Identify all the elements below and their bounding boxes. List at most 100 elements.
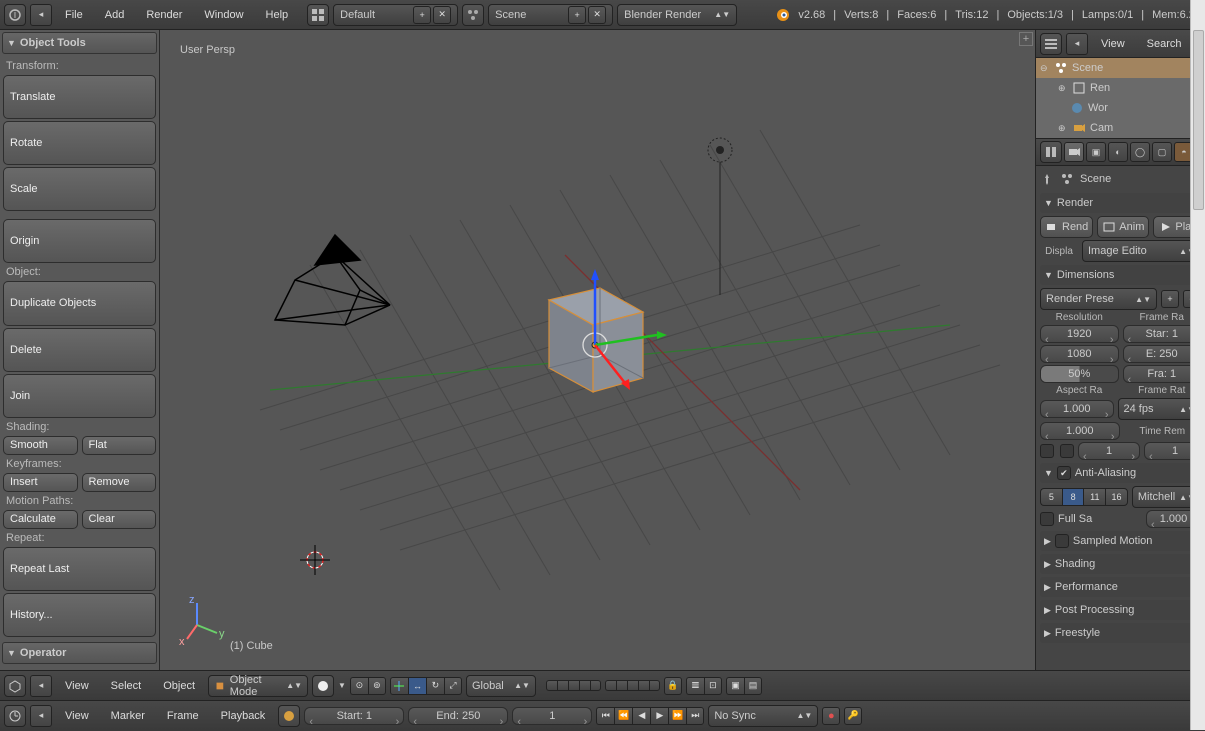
full-sample-check[interactable] bbox=[1040, 512, 1054, 526]
layers-grid-2[interactable] bbox=[605, 680, 660, 691]
calculate-button[interactable]: Calculate bbox=[3, 510, 78, 529]
outliner-tree[interactable]: ⊖ Scene ⊕ Ren Wor ⊕ Cam bbox=[1036, 58, 1205, 138]
layers-buttons[interactable]: ↔ ↻ ⤢ bbox=[390, 677, 462, 695]
layers-grid[interactable] bbox=[546, 680, 601, 691]
freestyle-section-header[interactable]: ▶Freestyle bbox=[1040, 623, 1201, 643]
next-kf-button[interactable]: ⏩ bbox=[668, 707, 686, 725]
duplicate-button[interactable]: Duplicate Objects bbox=[3, 281, 156, 325]
manip-scale[interactable]: ⤢ bbox=[444, 677, 462, 695]
mode-dropdown[interactable]: Object Mode▲▼ bbox=[208, 675, 308, 697]
manip-rot[interactable]: ↻ bbox=[426, 677, 444, 695]
manip-toggle[interactable] bbox=[390, 677, 408, 695]
render-button[interactable]: Rend bbox=[1040, 216, 1093, 238]
timeline-view-menu[interactable]: View bbox=[56, 701, 98, 731]
border-check[interactable] bbox=[1040, 444, 1054, 458]
preset-add-button[interactable]: + bbox=[1161, 290, 1179, 308]
performance-section-header[interactable]: ▶Performance bbox=[1040, 577, 1201, 597]
scene-del-button[interactable]: ✕ bbox=[588, 6, 606, 24]
scene-browse-icon[interactable] bbox=[462, 4, 484, 26]
manip-trans[interactable]: ↔ bbox=[408, 677, 426, 695]
view3d-select-menu[interactable]: Select bbox=[102, 671, 151, 701]
res-x-field[interactable]: 1920 bbox=[1040, 325, 1119, 343]
layout-browse-icon[interactable] bbox=[307, 4, 329, 26]
layout-del-button[interactable]: ✕ bbox=[433, 6, 451, 24]
outliner-renderlayers-row[interactable]: ⊕ Ren bbox=[1036, 78, 1205, 98]
remove-kf-button[interactable]: Remove bbox=[82, 473, 157, 492]
opengl-render-icon[interactable]: ▣ bbox=[726, 677, 744, 695]
play-rev-button[interactable]: ◀ bbox=[632, 707, 650, 725]
view3d-editor-icon[interactable] bbox=[4, 675, 26, 697]
aa-5-button[interactable]: 5 bbox=[1040, 488, 1062, 506]
timeline-marker-menu[interactable]: Marker bbox=[102, 701, 154, 731]
lock-camera-icon[interactable]: 🔒 bbox=[664, 677, 682, 695]
object-tab[interactable]: ▢ bbox=[1152, 142, 1172, 162]
join-button[interactable]: Join bbox=[3, 374, 156, 418]
opengl-anim-icon[interactable]: ▤ bbox=[744, 677, 762, 695]
jump-end-button[interactable]: ⏭ bbox=[686, 707, 704, 725]
aa-11-button[interactable]: 11 bbox=[1083, 488, 1105, 506]
help-menu[interactable]: Help bbox=[257, 0, 298, 30]
history-button[interactable]: History... bbox=[3, 593, 156, 637]
display-dropdown[interactable]: Image Edito▲▼ bbox=[1082, 240, 1201, 262]
scale-button[interactable]: Scale bbox=[3, 167, 156, 211]
delete-button[interactable]: Delete bbox=[3, 328, 156, 372]
dimensions-section-header[interactable]: ▼Dimensions bbox=[1040, 265, 1201, 285]
outliner-collapse[interactable]: ◂ bbox=[1066, 33, 1088, 55]
res-y-field[interactable]: 1080 bbox=[1040, 345, 1119, 363]
pivot-2[interactable]: ⊚ bbox=[368, 677, 386, 695]
shading-dropdown[interactable] bbox=[312, 675, 334, 697]
keying-set-icon[interactable]: 🔑 bbox=[844, 707, 862, 725]
window-scrollbar[interactable] bbox=[1190, 0, 1205, 730]
view3d-view-menu[interactable]: View bbox=[56, 671, 98, 701]
aspect-y-field[interactable]: 1.000 bbox=[1040, 422, 1120, 440]
jump-start-button[interactable]: ⏮ bbox=[596, 707, 614, 725]
old-map-field[interactable]: 1 bbox=[1078, 442, 1140, 460]
insert-kf-button[interactable]: Insert bbox=[3, 473, 78, 492]
clear-button[interactable]: Clear bbox=[82, 510, 157, 529]
info-editor-icon[interactable]: i bbox=[4, 4, 26, 26]
engine-dropdown[interactable]: Blender Render ▲▼ bbox=[617, 4, 737, 26]
shading-section-header[interactable]: ▶Shading bbox=[1040, 554, 1201, 574]
outliner-scene-row[interactable]: ⊖ Scene bbox=[1036, 58, 1205, 78]
end-frame-field[interactable]: End: 250 bbox=[408, 707, 508, 725]
smooth-button[interactable]: Smooth bbox=[3, 436, 78, 455]
repeat-last-button[interactable]: Repeat Last bbox=[3, 547, 156, 591]
post-section-header[interactable]: ▶Post Processing bbox=[1040, 600, 1201, 620]
snap-type[interactable]: ⊡ bbox=[704, 677, 722, 695]
timeline-playback-menu[interactable]: Playback bbox=[212, 701, 275, 731]
crop-check[interactable] bbox=[1060, 444, 1074, 458]
aa-16-button[interactable]: 16 bbox=[1105, 488, 1128, 506]
scene-tab[interactable]: ◐ bbox=[1108, 142, 1128, 162]
scene-add-button[interactable]: + bbox=[568, 6, 586, 24]
prev-kf-button[interactable]: ⏪ bbox=[614, 707, 632, 725]
sampled-motion-header[interactable]: ▶Sampled Motion bbox=[1040, 531, 1201, 551]
aa-enable-check[interactable] bbox=[1057, 466, 1071, 480]
render-toggles[interactable]: ▣ ▤ bbox=[726, 677, 762, 695]
aspect-x-field[interactable]: 1.000 bbox=[1040, 400, 1114, 418]
outliner-view-menu[interactable]: View bbox=[1092, 29, 1134, 59]
timeline-collapse[interactable]: ◂ bbox=[30, 705, 52, 727]
outliner-world-row[interactable]: Wor bbox=[1036, 98, 1205, 118]
play-fwd-button[interactable]: ▶ bbox=[650, 707, 668, 725]
pivot-icon[interactable]: ⊙ bbox=[350, 677, 368, 695]
pin-icon[interactable] bbox=[1040, 172, 1054, 186]
info-menu-collapse[interactable]: ◂ bbox=[30, 4, 52, 26]
range-icon[interactable] bbox=[278, 705, 300, 727]
fps-dropdown[interactable]: 24 fps▲▼ bbox=[1118, 398, 1202, 420]
orientation-dropdown[interactable]: Global▲▼ bbox=[466, 675, 536, 697]
rotate-button[interactable]: Rotate bbox=[3, 121, 156, 165]
flat-button[interactable]: Flat bbox=[82, 436, 157, 455]
timeline-editor-icon[interactable] bbox=[4, 705, 26, 727]
aa-8-button[interactable]: 8 bbox=[1062, 488, 1084, 506]
snap-toggle[interactable]: 𝌆 bbox=[686, 677, 704, 695]
world-tab[interactable]: ◯ bbox=[1130, 142, 1150, 162]
view3d-collapse[interactable]: ◂ bbox=[30, 675, 52, 697]
start-frame-field[interactable]: Start: 1 bbox=[304, 707, 404, 725]
file-menu[interactable]: File bbox=[56, 0, 92, 30]
outliner-cam-row[interactable]: ⊕ Cam bbox=[1036, 118, 1205, 138]
scene-dropdown[interactable]: Scene + ✕ bbox=[488, 4, 613, 26]
pivot-buttons[interactable]: ⊙ ⊚ bbox=[350, 677, 386, 695]
view3d-object-menu[interactable]: Object bbox=[154, 671, 204, 701]
current-frame-field[interactable]: 1 bbox=[512, 707, 592, 725]
window-menu[interactable]: Window bbox=[195, 0, 252, 30]
